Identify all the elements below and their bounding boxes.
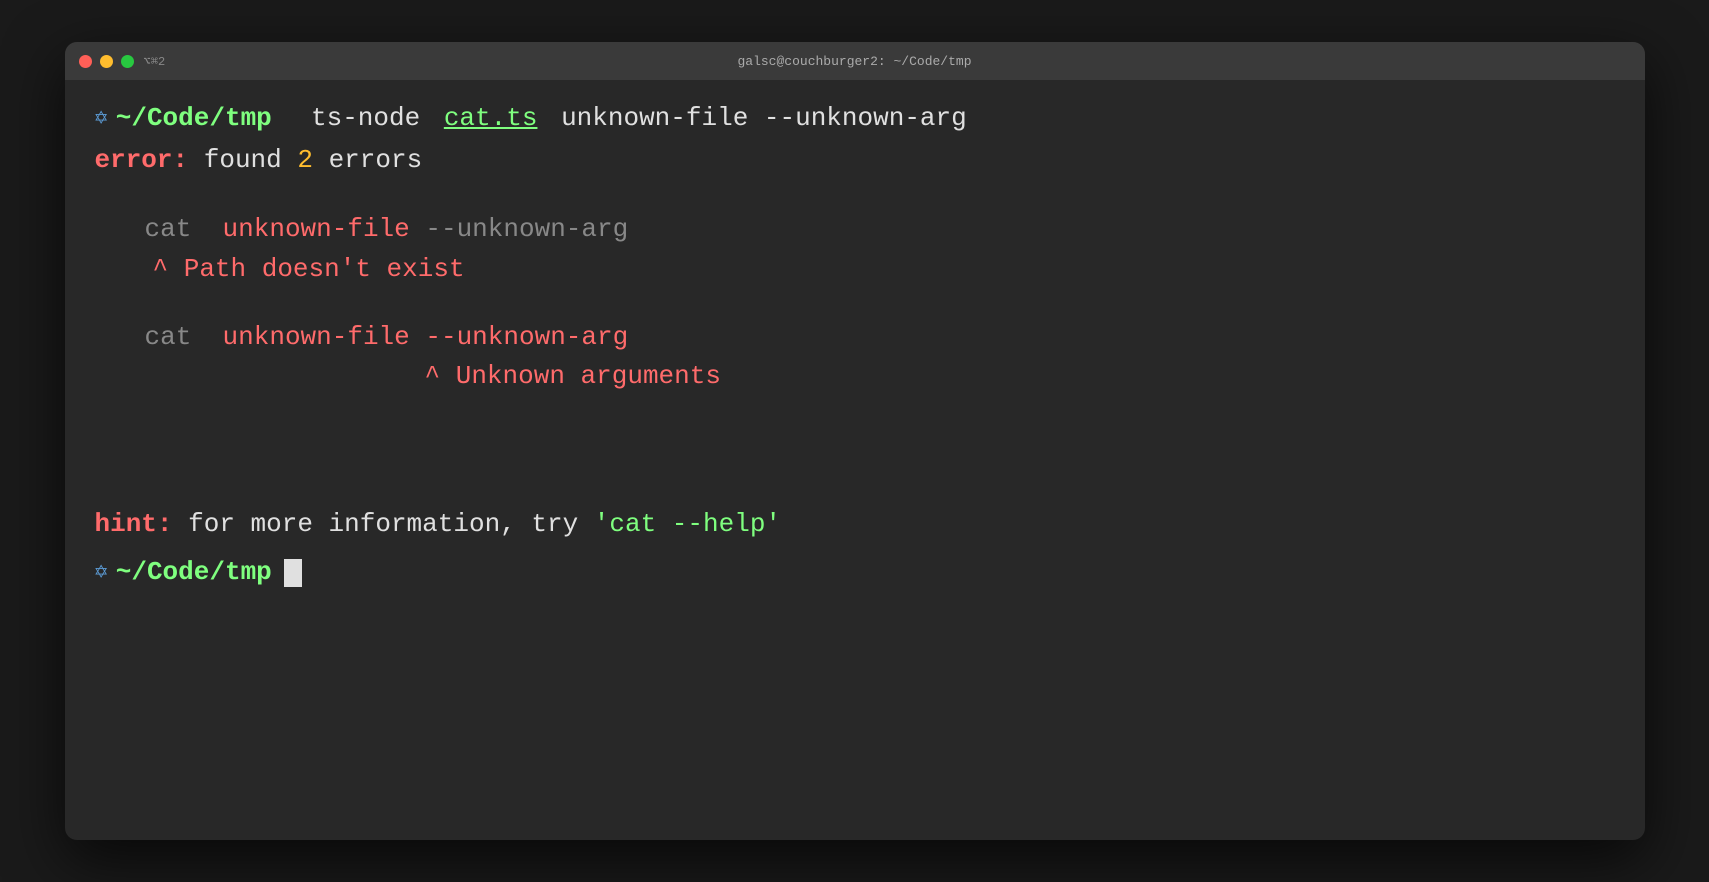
- prompt-line-2: ✡ ~/Code/tmp: [95, 554, 1615, 592]
- command-args: unknown-file --unknown-arg: [545, 100, 966, 138]
- error-block-2: cat unknown-file --unknown-arg ^ Unknown…: [145, 319, 1615, 396]
- close-button[interactable]: [79, 55, 92, 68]
- error-header: error: found 2 errors: [95, 142, 1615, 180]
- error-count: 2: [297, 145, 313, 175]
- prompt-dir-2: ~/Code/tmp: [116, 554, 272, 592]
- shortcut-label: ⌥⌘2: [144, 54, 166, 69]
- error-cmd-2: cat unknown-file --unknown-arg: [145, 319, 1615, 357]
- error-text-before: found: [204, 145, 298, 175]
- spacer-2: [95, 426, 1615, 456]
- error-text-after: errors: [329, 145, 423, 175]
- maximize-button[interactable]: [121, 55, 134, 68]
- hint-line: hint: for more information, try 'cat --h…: [95, 506, 1615, 544]
- error-cmd-arg1-1: unknown-file: [207, 214, 410, 244]
- star-icon: ✡: [95, 103, 108, 135]
- command-ts-node: ts-node: [280, 100, 436, 138]
- terminal-cursor: [284, 559, 302, 587]
- error-label: error:: [95, 145, 189, 175]
- prompt-line-1: ✡ ~/Code/tmp ts-node cat.ts unknown-file…: [95, 100, 1615, 138]
- error-cmd-1: cat unknown-file --unknown-arg: [145, 211, 1615, 249]
- star-icon-2: ✡: [95, 557, 108, 589]
- terminal-body[interactable]: ✡ ~/Code/tmp ts-node cat.ts unknown-file…: [65, 80, 1645, 840]
- window-title: galsc@couchburger2: ~/Code/tmp: [737, 54, 971, 69]
- error-pointer-2: ^ Unknown arguments: [145, 358, 1615, 396]
- minimize-button[interactable]: [100, 55, 113, 68]
- traffic-lights: [79, 55, 134, 68]
- terminal-window: ⌥⌘2 galsc@couchburger2: ~/Code/tmp ✡ ~/C…: [65, 42, 1645, 840]
- error-block-1: cat unknown-file --unknown-arg ^ Path do…: [145, 211, 1615, 288]
- error-pointer-1: ^ Path doesn't exist: [145, 251, 1615, 289]
- hint-cmd: 'cat --help': [594, 509, 781, 539]
- spacer-3: [95, 456, 1615, 486]
- error-cmd-arg1-2: unknown-file: [207, 322, 410, 352]
- hint-label: hint:: [95, 509, 173, 539]
- title-bar: ⌥⌘2 galsc@couchburger2: ~/Code/tmp: [65, 42, 1645, 80]
- prompt-dir-1: ~/Code/tmp: [116, 100, 272, 138]
- spacer-1: [95, 181, 1615, 211]
- error-cmd-arg2-2: --unknown-arg: [425, 322, 628, 352]
- command-file: cat.ts: [444, 100, 538, 138]
- hint-text: for more information, try: [188, 509, 594, 539]
